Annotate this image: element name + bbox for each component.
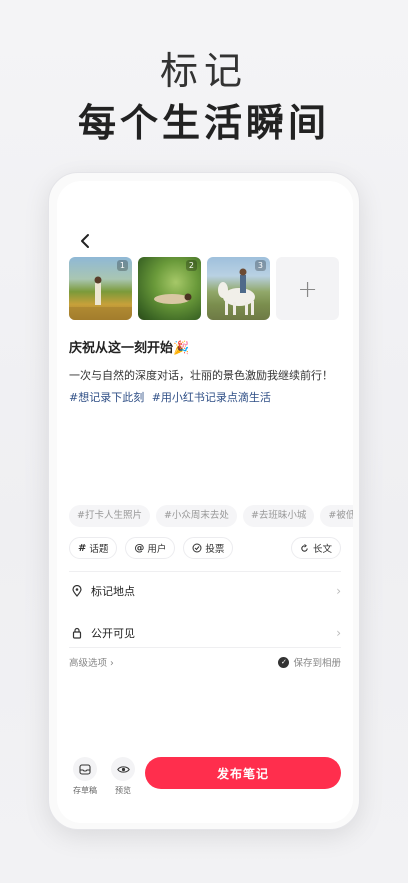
preview-label: 预览 xyxy=(115,786,131,795)
visibility-row[interactable]: 公开可见 › xyxy=(69,621,341,645)
suggested-tag-chip[interactable]: #去班昧小城 xyxy=(242,505,315,527)
chevron-right-icon: › xyxy=(336,626,341,640)
back-button[interactable] xyxy=(73,229,97,253)
suggested-tag-chip[interactable]: #被低估 xyxy=(320,505,353,527)
eye-icon xyxy=(111,757,135,781)
refresh-icon xyxy=(301,543,308,552)
image-thumbnail[interactable]: 1 xyxy=(69,257,132,320)
image-index: 2 xyxy=(185,260,197,271)
location-pin-icon xyxy=(69,585,85,597)
chevron-right-icon: › xyxy=(336,584,341,598)
user-label: 用户 xyxy=(147,544,167,555)
divider xyxy=(69,571,341,572)
phone-frame: 1 2 3 + 庆祝从这一刻开始🎉 一次与自然的深度对话，壮丽的景色激励我继续前… xyxy=(48,172,360,830)
hero-subtitle: 标记 xyxy=(159,49,248,93)
image-index: 3 xyxy=(254,260,266,271)
mention-user-button[interactable]: @ 用户 xyxy=(125,537,176,559)
draft-label: 存草稿 xyxy=(73,786,97,795)
long-text-label: 长文 xyxy=(312,544,332,555)
long-text-button[interactable]: 长文 xyxy=(290,537,341,559)
publish-button[interactable]: 发布笔记 xyxy=(145,757,341,789)
image-index: 1 xyxy=(116,260,128,271)
vote-label: 投票 xyxy=(205,544,225,555)
hashtag-link[interactable]: #想记录下此刻 xyxy=(69,391,144,404)
preview-button[interactable]: 预览 xyxy=(111,757,135,796)
draft-box-icon xyxy=(73,757,97,781)
topic-label: 话题 xyxy=(89,544,109,555)
vote-button[interactable]: 投票 xyxy=(183,537,234,559)
save-to-album-toggle[interactable]: ✓ 保存到相册 xyxy=(278,655,341,669)
save-album-label: 保存到相册 xyxy=(293,658,341,669)
suggested-tags: #打卡人生照片 #小众周末去处 #去班昧小城 #被低估 xyxy=(69,505,353,527)
suggested-tag-chip[interactable]: #打卡人生照片 xyxy=(69,505,150,527)
post-title[interactable]: 庆祝从这一刻开始🎉 xyxy=(69,337,189,356)
lock-icon xyxy=(69,627,85,639)
image-thumbnail[interactable]: 2 xyxy=(138,257,201,320)
image-thumbnail[interactable]: 3 xyxy=(207,257,270,320)
location-label: 标记地点 xyxy=(91,585,135,598)
location-row[interactable]: 标记地点 › xyxy=(69,579,341,603)
plus-icon: + xyxy=(297,274,318,303)
advanced-options-link[interactable]: 高级选项 › xyxy=(69,655,114,669)
save-draft-button[interactable]: 存草稿 xyxy=(73,757,97,796)
chevron-left-icon xyxy=(81,234,89,248)
hero-title: 每个生活瞬间 xyxy=(77,101,330,145)
phone-screen: 1 2 3 + 庆祝从这一刻开始🎉 一次与自然的深度对话，壮丽的景色激励我继续前… xyxy=(57,181,353,823)
checkmark-icon: ✓ xyxy=(278,656,290,668)
vote-icon xyxy=(192,543,202,553)
add-image-button[interactable]: + xyxy=(276,257,339,320)
hashtag-link[interactable]: #用小红书记录点滴生活 xyxy=(152,391,271,404)
post-body[interactable]: 一次与自然的深度对话，壮丽的景色激励我继续前行！ xyxy=(69,367,349,385)
post-hashtags: #想记录下此刻 #用小红书记录点滴生活 xyxy=(69,389,275,407)
hashtag-icon: # xyxy=(78,542,87,554)
divider xyxy=(69,647,341,648)
image-strip: 1 2 3 + xyxy=(69,257,339,320)
at-icon: @ xyxy=(134,542,145,554)
topic-button[interactable]: # 话题 xyxy=(69,537,118,559)
visibility-label: 公开可见 xyxy=(91,627,135,640)
editor-tools: # 话题 @ 用户 投票 xyxy=(69,537,234,559)
suggested-tag-chip[interactable]: #小众周末去处 xyxy=(155,505,237,527)
